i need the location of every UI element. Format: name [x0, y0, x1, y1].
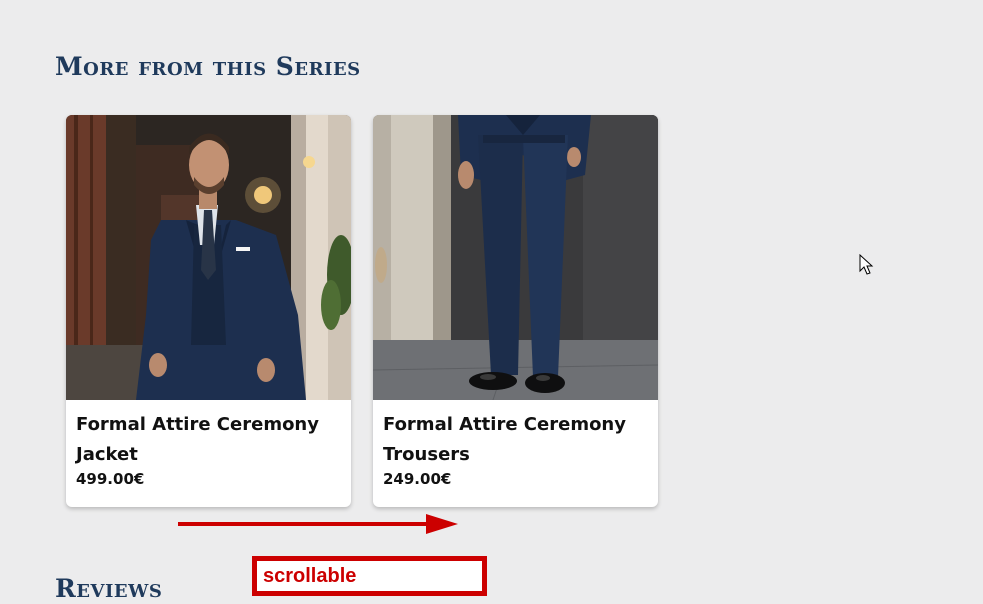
product-card-jacket[interactable]: Formal Attire Ceremony Jacket 499.00€	[66, 115, 351, 507]
product-name[interactable]: Formal Attire Ceremony Jacket	[76, 410, 341, 470]
product-carousel[interactable]: Formal Attire Ceremony Jacket 499.00€ Fo…	[66, 115, 666, 510]
product-image-jacket[interactable]	[66, 115, 351, 400]
mouse-pointer-icon	[859, 254, 874, 275]
product-card-trousers[interactable]: Formal Attire Ceremony Trousers 249.00€	[373, 115, 658, 507]
product-name[interactable]: Formal Attire Ceremony Trousers	[383, 410, 648, 470]
product-price: 249.00€	[383, 470, 452, 488]
scrollable-annotation-label: scrollable	[252, 556, 487, 596]
reviews-section-title: Reviews	[55, 574, 163, 603]
product-price: 499.00€	[76, 470, 145, 488]
scroll-direction-arrow-icon	[178, 514, 458, 534]
product-image-trousers[interactable]	[373, 115, 658, 400]
series-section-title: More from this Series	[55, 52, 361, 81]
